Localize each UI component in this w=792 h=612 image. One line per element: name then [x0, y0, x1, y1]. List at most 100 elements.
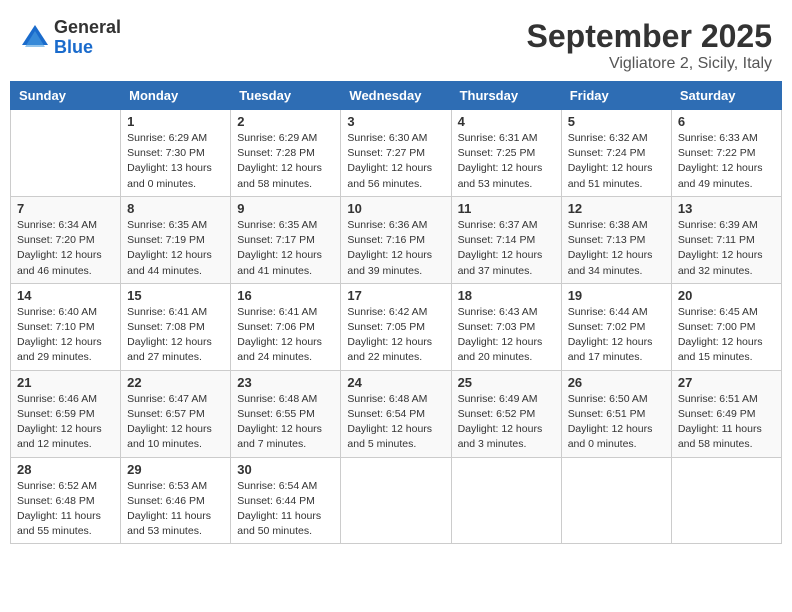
day-number: 1 [127, 114, 224, 129]
day-number: 7 [17, 201, 114, 216]
day-info: Sunrise: 6:30 AM Sunset: 7:27 PM Dayligh… [347, 131, 444, 192]
day-info: Sunrise: 6:41 AM Sunset: 7:08 PM Dayligh… [127, 305, 224, 366]
calendar-day-16: 16 Sunrise: 6:41 AM Sunset: 7:06 PM Dayli… [231, 283, 341, 370]
calendar-day-6: 6 Sunrise: 6:33 AM Sunset: 7:22 PM Daylig… [671, 110, 781, 197]
calendar-day-4: 4 Sunrise: 6:31 AM Sunset: 7:25 PM Daylig… [451, 110, 561, 197]
calendar-day-9: 9 Sunrise: 6:35 AM Sunset: 7:17 PM Daylig… [231, 196, 341, 283]
weekday-header-thursday: Thursday [451, 82, 561, 110]
day-info: Sunrise: 6:37 AM Sunset: 7:14 PM Dayligh… [458, 218, 555, 279]
day-number: 10 [347, 201, 444, 216]
logo-blue-text: Blue [54, 38, 121, 58]
day-info: Sunrise: 6:49 AM Sunset: 6:52 PM Dayligh… [458, 392, 555, 453]
day-number: 30 [237, 462, 334, 477]
weekday-header-saturday: Saturday [671, 82, 781, 110]
day-info: Sunrise: 6:45 AM Sunset: 7:00 PM Dayligh… [678, 305, 775, 366]
day-number: 6 [678, 114, 775, 129]
calendar-day-12: 12 Sunrise: 6:38 AM Sunset: 7:13 PM Dayli… [561, 196, 671, 283]
calendar-empty-cell [451, 457, 561, 544]
day-number: 23 [237, 375, 334, 390]
logo: General Blue [20, 18, 121, 58]
calendar-day-8: 8 Sunrise: 6:35 AM Sunset: 7:19 PM Daylig… [121, 196, 231, 283]
calendar-table: SundayMondayTuesdayWednesdayThursdayFrid… [10, 81, 782, 544]
day-number: 8 [127, 201, 224, 216]
weekday-header-monday: Monday [121, 82, 231, 110]
day-number: 21 [17, 375, 114, 390]
location-subtitle: Vigliatore 2, Sicily, Italy [527, 55, 772, 73]
title-area: September 2025 Vigliatore 2, Sicily, Ita… [527, 18, 772, 73]
logo-general-text: General [54, 18, 121, 38]
day-info: Sunrise: 6:33 AM Sunset: 7:22 PM Dayligh… [678, 131, 775, 192]
calendar-day-5: 5 Sunrise: 6:32 AM Sunset: 7:24 PM Daylig… [561, 110, 671, 197]
day-info: Sunrise: 6:38 AM Sunset: 7:13 PM Dayligh… [568, 218, 665, 279]
day-number: 20 [678, 288, 775, 303]
calendar-day-20: 20 Sunrise: 6:45 AM Sunset: 7:00 PM Dayli… [671, 283, 781, 370]
day-info: Sunrise: 6:29 AM Sunset: 7:28 PM Dayligh… [237, 131, 334, 192]
weekday-header-tuesday: Tuesday [231, 82, 341, 110]
calendar-day-19: 19 Sunrise: 6:44 AM Sunset: 7:02 PM Dayli… [561, 283, 671, 370]
day-number: 5 [568, 114, 665, 129]
day-info: Sunrise: 6:36 AM Sunset: 7:16 PM Dayligh… [347, 218, 444, 279]
weekday-header-wednesday: Wednesday [341, 82, 451, 110]
day-info: Sunrise: 6:46 AM Sunset: 6:59 PM Dayligh… [17, 392, 114, 453]
calendar-day-13: 13 Sunrise: 6:39 AM Sunset: 7:11 PM Dayli… [671, 196, 781, 283]
calendar-day-17: 17Sunrise: 6:42 AM Sunset: 7:05 PM Dayli… [341, 283, 451, 370]
calendar-week-row: 1 Sunrise: 6:29 AM Sunset: 7:30 PM Daylig… [11, 110, 782, 197]
day-number: 13 [678, 201, 775, 216]
calendar-day-1: 1 Sunrise: 6:29 AM Sunset: 7:30 PM Daylig… [121, 110, 231, 197]
day-number: 29 [127, 462, 224, 477]
day-number: 19 [568, 288, 665, 303]
day-info: Sunrise: 6:40 AM Sunset: 7:10 PM Dayligh… [17, 305, 114, 366]
day-info: Sunrise: 6:47 AM Sunset: 6:57 PM Dayligh… [127, 392, 224, 453]
day-info: Sunrise: 6:44 AM Sunset: 7:02 PM Dayligh… [568, 305, 665, 366]
day-number: 24 [347, 375, 444, 390]
calendar-day-23: 23 Sunrise: 6:48 AM Sunset: 6:55 PM Dayli… [231, 370, 341, 457]
day-info: Sunrise: 6:32 AM Sunset: 7:24 PM Dayligh… [568, 131, 665, 192]
calendar-day-14: 14 Sunrise: 6:40 AM Sunset: 7:10 PM Dayli… [11, 283, 121, 370]
day-number: 25 [458, 375, 555, 390]
day-info: Sunrise: 6:29 AM Sunset: 7:30 PM Dayligh… [127, 131, 224, 192]
calendar-week-row: 7 Sunrise: 6:34 AM Sunset: 7:20 PM Daylig… [11, 196, 782, 283]
calendar-week-row: 28Sunrise: 6:52 AM Sunset: 6:48 PM Dayli… [11, 457, 782, 544]
day-info: Sunrise: 6:48 AM Sunset: 6:55 PM Dayligh… [237, 392, 334, 453]
calendar-empty-cell [671, 457, 781, 544]
calendar-day-18: 18 Sunrise: 6:43 AM Sunset: 7:03 PM Dayli… [451, 283, 561, 370]
calendar-week-row: 14 Sunrise: 6:40 AM Sunset: 7:10 PM Dayli… [11, 283, 782, 370]
day-info: Sunrise: 6:39 AM Sunset: 7:11 PM Dayligh… [678, 218, 775, 279]
calendar-day-10: 10 Sunrise: 6:36 AM Sunset: 7:16 PM Dayli… [341, 196, 451, 283]
calendar-day-29: 29Sunrise: 6:53 AM Sunset: 6:46 PM Dayli… [121, 457, 231, 544]
logo-icon [20, 23, 50, 53]
calendar-day-28: 28Sunrise: 6:52 AM Sunset: 6:48 PM Dayli… [11, 457, 121, 544]
calendar-day-26: 26Sunrise: 6:50 AM Sunset: 6:51 PM Dayli… [561, 370, 671, 457]
day-number: 28 [17, 462, 114, 477]
calendar-empty-cell [561, 457, 671, 544]
day-number: 17 [347, 288, 444, 303]
day-number: 9 [237, 201, 334, 216]
calendar-day-21: 21 Sunrise: 6:46 AM Sunset: 6:59 PM Dayli… [11, 370, 121, 457]
day-info: Sunrise: 6:35 AM Sunset: 7:17 PM Dayligh… [237, 218, 334, 279]
calendar-header-row: SundayMondayTuesdayWednesdayThursdayFrid… [11, 82, 782, 110]
header: General Blue September 2025 Vigliatore 2… [10, 10, 782, 73]
day-info: Sunrise: 6:51 AM Sunset: 6:49 PM Dayligh… [678, 392, 775, 453]
day-number: 12 [568, 201, 665, 216]
calendar-day-3: 3Sunrise: 6:30 AM Sunset: 7:27 PM Daylig… [341, 110, 451, 197]
calendar-day-22: 22Sunrise: 6:47 AM Sunset: 6:57 PM Dayli… [121, 370, 231, 457]
day-info: Sunrise: 6:34 AM Sunset: 7:20 PM Dayligh… [17, 218, 114, 279]
calendar-week-row: 21 Sunrise: 6:46 AM Sunset: 6:59 PM Dayli… [11, 370, 782, 457]
day-info: Sunrise: 6:48 AM Sunset: 6:54 PM Dayligh… [347, 392, 444, 453]
weekday-header-sunday: Sunday [11, 82, 121, 110]
day-info: Sunrise: 6:43 AM Sunset: 7:03 PM Dayligh… [458, 305, 555, 366]
calendar-day-7: 7 Sunrise: 6:34 AM Sunset: 7:20 PM Daylig… [11, 196, 121, 283]
month-title: September 2025 [527, 18, 772, 55]
day-info: Sunrise: 6:50 AM Sunset: 6:51 PM Dayligh… [568, 392, 665, 453]
day-number: 18 [458, 288, 555, 303]
day-number: 14 [17, 288, 114, 303]
day-info: Sunrise: 6:41 AM Sunset: 7:06 PM Dayligh… [237, 305, 334, 366]
day-number: 4 [458, 114, 555, 129]
calendar-day-2: 2 Sunrise: 6:29 AM Sunset: 7:28 PM Daylig… [231, 110, 341, 197]
calendar-empty-cell [341, 457, 451, 544]
day-info: Sunrise: 6:35 AM Sunset: 7:19 PM Dayligh… [127, 218, 224, 279]
day-number: 16 [237, 288, 334, 303]
calendar-empty-cell [11, 110, 121, 197]
day-number: 2 [237, 114, 334, 129]
day-info: Sunrise: 6:31 AM Sunset: 7:25 PM Dayligh… [458, 131, 555, 192]
